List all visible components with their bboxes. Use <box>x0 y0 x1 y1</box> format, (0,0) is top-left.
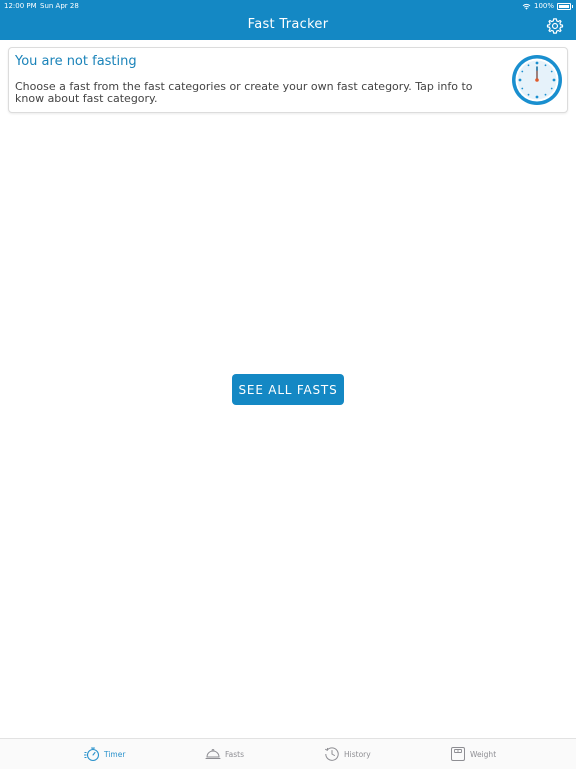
tab-fasts[interactable]: Fasts <box>205 739 244 769</box>
history-icon <box>324 747 339 761</box>
clock-icon <box>512 55 562 105</box>
status-bar: 12:00 PM Sun Apr 28 100% <box>0 0 576 12</box>
status-date: Sun Apr 28 <box>40 2 79 10</box>
gear-icon[interactable] <box>546 17 564 35</box>
tab-timer-label: Timer <box>104 749 126 759</box>
food-cover-icon <box>205 748 221 760</box>
scale-icon <box>451 747 465 761</box>
page-title: Fast Tracker <box>247 17 329 32</box>
status-time: 12:00 PM <box>4 2 37 10</box>
tab-fasts-label: Fasts <box>225 749 244 759</box>
tab-timer[interactable]: Timer <box>84 739 125 769</box>
tab-history-label: History <box>344 749 371 759</box>
wifi-icon <box>522 3 531 10</box>
timer-icon <box>84 747 100 762</box>
status-right: 100% <box>522 0 573 12</box>
battery-icon <box>557 2 573 10</box>
tab-weight-label: Weight <box>470 749 497 759</box>
battery-percent: 100% <box>533 2 554 10</box>
fasting-status-description: Choose a fast from the fast categories o… <box>15 80 473 105</box>
tab-bar: Timer Fasts History Weight <box>0 738 576 769</box>
see-all-fasts-button[interactable]: SEE ALL FASTS <box>232 374 344 405</box>
fasting-status-card: You are not fasting Choose a fast from t… <box>8 47 568 113</box>
tab-weight[interactable]: Weight <box>450 739 496 769</box>
fasting-status-title: You are not fasting <box>15 54 137 69</box>
tab-history[interactable]: History <box>324 739 371 769</box>
nav-bar: Fast Tracker <box>0 12 576 40</box>
